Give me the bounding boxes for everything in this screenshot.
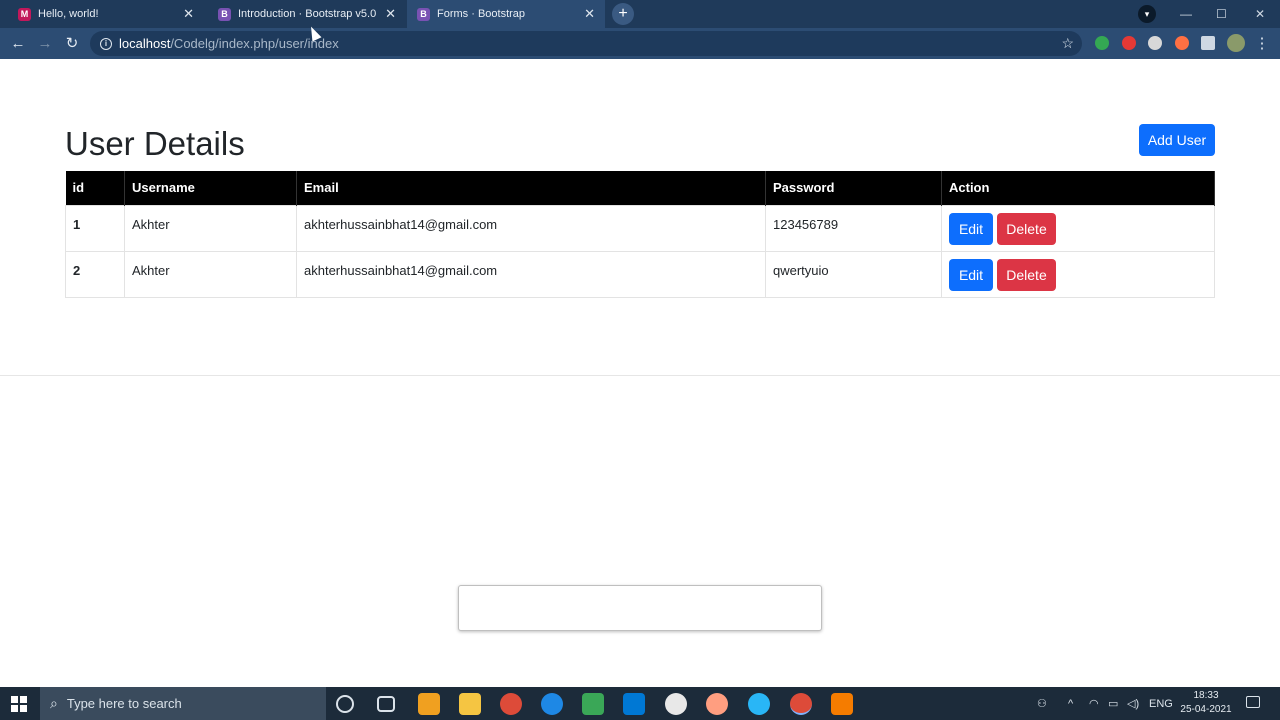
user-table: id Username Email Password Action 1 Akht… <box>65 171 1215 298</box>
chrome-canary-icon[interactable] <box>706 693 728 715</box>
profile-avatar[interactable] <box>1227 34 1245 52</box>
delete-button[interactable]: Delete <box>997 258 1056 291</box>
close-tab-icon[interactable]: ✕ <box>385 6 396 22</box>
back-icon[interactable]: ← <box>8 33 28 53</box>
column-header-username: Username <box>124 171 297 205</box>
cell-email: akhterhussainbhat14@gmail.com <box>296 204 766 252</box>
chrome-active-icon[interactable] <box>790 693 812 715</box>
wifi-icon[interactable]: ◠ <box>1089 687 1099 720</box>
add-user-button[interactable]: Add User <box>1139 124 1215 156</box>
minimize-icon[interactable]: — <box>1180 0 1192 28</box>
page-content: User Details Add User id Username Email … <box>0 59 1280 687</box>
internet-explorer-icon[interactable] <box>748 693 770 715</box>
clock-time: 18:33 <box>1193 690 1219 701</box>
extension-red-icon[interactable] <box>1122 36 1136 50</box>
language-indicator[interactable]: ENG <box>1149 687 1173 720</box>
notifications-icon[interactable] <box>1246 696 1260 708</box>
cell-username: Akhter <box>124 204 297 252</box>
tab-favicon-icon: M <box>18 7 31 21</box>
vscode-icon[interactable] <box>623 693 645 715</box>
maximize-icon[interactable]: ☐ <box>1216 0 1227 28</box>
volume-icon[interactable]: ◁) <box>1127 687 1139 720</box>
tab-favicon-icon: B <box>218 7 231 21</box>
table-header-row: id Username Email Password Action <box>65 171 1215 205</box>
windows-start-icon[interactable] <box>11 696 27 712</box>
column-header-id: id <box>65 171 125 205</box>
edge-icon[interactable] <box>541 693 563 715</box>
extension-orange-icon[interactable] <box>1175 36 1189 50</box>
cell-id: 1 <box>65 204 125 252</box>
notepad-plus-icon[interactable] <box>582 693 604 715</box>
cortana-icon[interactable] <box>336 695 354 713</box>
edit-button[interactable]: Edit <box>949 212 993 245</box>
tab-strip: M Hello, world! ✕ B Introduction · Boots… <box>0 0 1280 28</box>
cell-id: 2 <box>65 250 125 298</box>
tab-title: Introduction · Bootstrap v5.0 <box>238 8 377 20</box>
people-icon[interactable]: ⚇ <box>1037 687 1047 720</box>
task-view-icon[interactable] <box>377 696 395 712</box>
forward-icon[interactable]: → <box>35 33 55 53</box>
cell-email: akhterhussainbhat14@gmail.com <box>296 250 766 298</box>
taskbar-search-box[interactable]: ⌕ Type here to search <box>40 687 326 720</box>
tab-search-icon[interactable]: ▾ <box>1138 5 1156 23</box>
cell-action: Edit Delete <box>941 204 1215 252</box>
google-drive-extension-icon[interactable] <box>1095 36 1109 50</box>
column-header-action: Action <box>941 171 1215 205</box>
close-tab-icon[interactable]: ✕ <box>584 6 595 22</box>
cell-password: 123456789 <box>765 204 942 252</box>
overlay-box <box>458 585 822 631</box>
close-window-icon[interactable]: ✕ <box>1255 0 1265 28</box>
page-title: User Details <box>65 125 245 162</box>
new-tab-button[interactable]: + <box>612 3 634 25</box>
table-row: 2 Akhter akhterhussainbhat14@gmail.com q… <box>65 250 1215 298</box>
tab-forms-bootstrap[interactable]: B Forms · Bootstrap ✕ <box>407 0 605 28</box>
reload-icon[interactable]: ↻ <box>62 33 82 53</box>
chrome-icon[interactable] <box>500 693 522 715</box>
cell-username: Akhter <box>124 250 297 298</box>
section-divider <box>0 375 1280 376</box>
edit-button[interactable]: Edit <box>949 258 993 291</box>
tab-favicon-icon: B <box>417 7 430 21</box>
browser-toolbar: ← → ↻ i localhost/Codelg/index.php/user/… <box>0 28 1280 59</box>
url-host: localhost <box>119 36 171 51</box>
battery-icon[interactable]: ▭ <box>1108 687 1118 720</box>
tab-title: Forms · Bootstrap <box>437 8 526 20</box>
app-icon[interactable] <box>665 693 687 715</box>
tab-hello-world[interactable]: M Hello, world! ✕ <box>8 0 204 28</box>
bookmark-star-icon[interactable]: ☆ <box>1061 35 1074 52</box>
search-icon: ⌕ <box>50 695 58 711</box>
windows-taskbar: ⌕ Type here to search ⚇ ^ ◠ ▭ ◁) ENG 18:… <box>0 687 1280 720</box>
table-row: 1 Akhter akhterhussainbhat14@gmail.com 1… <box>65 204 1215 252</box>
file-explorer-icon[interactable] <box>459 693 481 715</box>
store-icon[interactable] <box>418 693 440 715</box>
cell-action: Edit Delete <box>941 250 1215 298</box>
extensions-puzzle-icon[interactable] <box>1201 36 1215 50</box>
delete-button[interactable]: Delete <box>997 212 1056 245</box>
browser-menu-icon[interactable]: ⋮ <box>1252 33 1272 53</box>
site-info-icon[interactable]: i <box>100 37 112 50</box>
tab-introduction-bootstrap[interactable]: B Introduction · Bootstrap v5.0 ✕ <box>208 0 406 28</box>
cell-password: qwertyuio <box>765 250 942 298</box>
column-header-password: Password <box>765 171 942 205</box>
tab-title: Hello, world! <box>38 8 99 20</box>
clock-date: 25-04-2021 <box>1180 704 1232 715</box>
show-hidden-icons-icon[interactable]: ^ <box>1068 687 1073 720</box>
search-placeholder: Type here to search <box>66 696 182 711</box>
extension-white-icon[interactable] <box>1148 36 1162 50</box>
column-header-email: Email <box>296 171 766 205</box>
close-tab-icon[interactable]: ✕ <box>183 6 194 22</box>
vlc-icon[interactable] <box>831 693 853 715</box>
taskbar-clock[interactable]: 18:33 25-04-2021 <box>1178 689 1234 717</box>
address-bar[interactable]: i localhost/Codelg/index.php/user/index … <box>90 31 1082 56</box>
